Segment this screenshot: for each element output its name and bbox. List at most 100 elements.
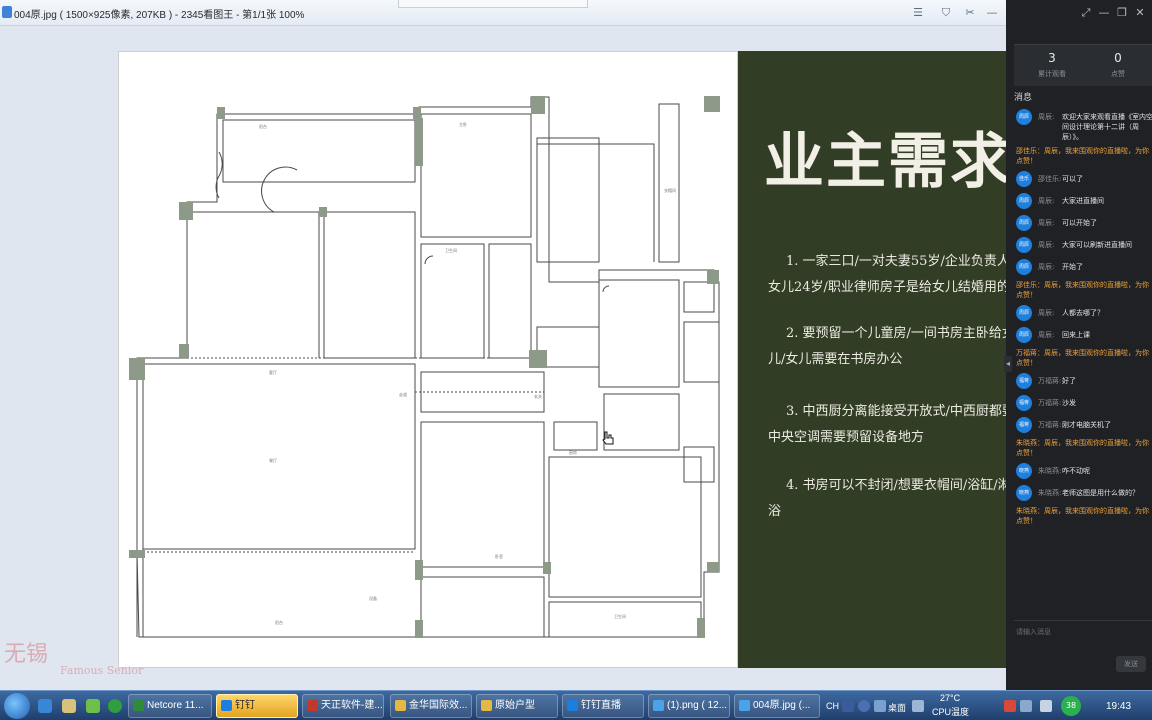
user-avatar[interactable]: 福蒋	[1016, 395, 1032, 411]
quicklaunch-app-icon[interactable]	[86, 699, 100, 713]
minimize-button[interactable]: —	[984, 5, 1000, 21]
svg-text:卧室: 卧室	[495, 553, 503, 559]
message-text: 老师这图是用什么做的？	[1062, 489, 1139, 497]
chat-message: 福蒋 万福蒋: 沙发	[1014, 394, 1152, 412]
sender-name: 周辰:	[1038, 263, 1055, 271]
ime-icon[interactable]	[842, 700, 854, 712]
sender-name: 周辰:	[1038, 331, 1055, 339]
language-indicator[interactable]: CH	[826, 701, 839, 711]
system-notice: 邵佳乐：周辰，我来围观你的直播啦，为你 点赞！	[1014, 280, 1150, 300]
user-avatar[interactable]: 晓燕	[1016, 485, 1032, 501]
taskbar-button-label: 004原.jpg (...	[753, 700, 811, 711]
taskbar-button-label: 天正软件-建...	[321, 700, 383, 711]
taskbar-button[interactable]: 004原.jpg (...	[734, 694, 820, 718]
svg-text:卫生间: 卫生间	[445, 247, 457, 253]
app-icon	[2, 6, 12, 18]
svg-text:玄关: 玄关	[534, 393, 542, 399]
taskbar-app-icon	[133, 700, 144, 711]
taskbar-app-icon	[307, 700, 318, 711]
requirement-1-line-1: 1. 一家三口/一对夫妻55岁/企业负责人	[786, 254, 1006, 269]
quicklaunch-ie-icon[interactable]	[38, 699, 52, 713]
taskbar-button-label: 钉钉直播	[581, 700, 621, 711]
requirement-3-line-2: 中央空调需要预留设备地方	[768, 430, 925, 445]
user-avatar[interactable]: 佳乐	[1016, 171, 1032, 187]
help-icon[interactable]	[858, 700, 870, 712]
sender-name: 周辰:	[1038, 113, 1055, 121]
taskbar-button[interactable]: 天正软件-建...	[302, 694, 384, 718]
message-text: 欢迎大家来观看直播《室内空间设计理论第十二讲（周辰）》。	[1062, 113, 1152, 141]
sender-name: 邵佳乐:	[1038, 175, 1062, 183]
start-button[interactable]	[4, 693, 30, 719]
skin-icon[interactable]: ⛉	[938, 5, 954, 21]
system-notice: 朱晓燕：周辰，我来围观你的直播啦，为你 点赞！	[1014, 506, 1150, 526]
dropdown-strip[interactable]	[398, 0, 588, 8]
fullscreen-icon[interactable]: ✂	[962, 5, 978, 21]
message-text: 人都去哪了？	[1062, 309, 1104, 317]
viewer-titlebar[interactable]: 004原.jpg ( 1500×925像素, 207KB ) - 2345看图王…	[0, 0, 1006, 26]
send-button[interactable]: 发送	[1116, 656, 1146, 672]
user-avatar[interactable]: 晓燕	[1016, 463, 1032, 479]
sender-name: 万福蒋:	[1038, 399, 1062, 407]
message-text: 好了	[1062, 377, 1076, 385]
volume-icon[interactable]	[1040, 700, 1052, 712]
stats-bar: 3 累计观看 0 点赞	[1014, 44, 1152, 86]
taskbar-button[interactable]: (1).png ( 12...	[648, 694, 730, 718]
requirement-3: 3. 中西厨分离能接受开放式/中西厨都要 中央空调需要预留设备地方	[768, 399, 1006, 451]
network-icon[interactable]	[1020, 700, 1032, 712]
desktop-label[interactable]: 桌面	[888, 701, 906, 714]
taskbar-button[interactable]: Netcore 11...	[128, 694, 212, 718]
taskbar-button-label: 金华国际效...	[409, 700, 468, 711]
close-button[interactable]: ✕	[1132, 6, 1148, 19]
chat-message: 周辰 周辰: 人都去哪了？	[1014, 304, 1152, 322]
watermark-main: 无锡	[4, 642, 49, 667]
notification-badge[interactable]: 38	[1061, 696, 1081, 716]
user-avatar[interactable]: 福蒋	[1016, 373, 1032, 389]
message-input-area[interactable]: 请输入消息 发送	[1014, 620, 1152, 686]
total-viewers-label: 累计观看	[1038, 70, 1066, 78]
quicklaunch-wechat-icon[interactable]	[108, 699, 122, 713]
chat-message: 周辰 周辰: 回来上课	[1014, 326, 1152, 344]
menu-icon[interactable]: ☰	[910, 5, 926, 21]
user-avatar[interactable]: 周辰	[1016, 109, 1032, 125]
live-panel-header[interactable]: ⤢ — ❐ ✕	[1006, 0, 1152, 44]
taskbar-button[interactable]: 原始户型	[476, 694, 558, 718]
chat-message: 周辰 周辰: 大家可以刷新进直播间	[1014, 236, 1152, 254]
requirement-2-line-1: 2. 要预留一个儿童房/一间书房主卧给女	[786, 326, 1006, 341]
popout-icon[interactable]: ⤢	[1078, 6, 1094, 20]
slide-title: 业主需求	[764, 127, 1006, 197]
watermark: 无锡 Famous Senior	[4, 636, 143, 677]
maximize-button[interactable]: ❐	[1114, 6, 1130, 19]
chat-message: 福蒋 万福蒋: 好了	[1014, 372, 1152, 390]
taskbar-app-icon	[567, 700, 578, 711]
quicklaunch-folder-icon[interactable]	[62, 699, 76, 713]
taskbar-button[interactable]: 钉钉直播	[562, 694, 644, 718]
message-input[interactable]: 请输入消息	[1016, 627, 1051, 637]
system-notice: 朱晓燕：周辰，我来围观你的直播啦，为你 点赞！	[1014, 438, 1150, 458]
user-avatar[interactable]: 周辰	[1016, 193, 1032, 209]
message-text: 刚才电脑关机了	[1062, 421, 1111, 429]
clock[interactable]: 19:43	[1106, 701, 1131, 712]
chat-message: 周辰 周辰: 开始了	[1014, 258, 1152, 276]
sender-name: 周辰:	[1038, 197, 1055, 205]
user-avatar[interactable]: 周辰	[1016, 259, 1032, 275]
show-desktop-icon[interactable]	[912, 700, 924, 712]
user-avatar[interactable]: 周辰	[1016, 305, 1032, 321]
taskbar-button[interactable]: 钉钉	[216, 694, 298, 718]
user-avatar[interactable]: 周辰	[1016, 327, 1032, 343]
user-avatar[interactable]: 周辰	[1016, 237, 1032, 253]
message-list[interactable]: 周辰 周辰: 欢迎大家来观看直播《室内空间设计理论第十二讲（周辰）》。 邵佳乐：周辰，…	[1014, 108, 1152, 618]
user-avatar[interactable]: 周辰	[1016, 215, 1032, 231]
collapse-panel-arrow-icon[interactable]: ◂	[1004, 356, 1012, 372]
system-notice-line: 万福蒋：周辰，我来围观你的直播啦，为你	[1016, 349, 1149, 357]
requirement-3-line-1: 3. 中西厨分离能接受开放式/中西厨都要	[786, 404, 1006, 419]
minimize-button[interactable]: —	[1096, 6, 1112, 19]
system-notice-line: 点赞！	[1016, 359, 1037, 367]
taskbar-button-label: 原始户型	[495, 700, 535, 711]
tray-app-icon[interactable]	[1004, 700, 1016, 712]
taskbar-button[interactable]: 金华国际效...	[390, 694, 472, 718]
keyboard-icon[interactable]	[874, 700, 886, 712]
chat-message: 周辰 周辰: 大家进直播间	[1014, 192, 1152, 210]
user-avatar[interactable]: 福蒋	[1016, 417, 1032, 433]
system-notice-line: 朱晓燕：周辰，我来围观你的直播啦，为你	[1016, 439, 1149, 447]
chat-message: 晓燕 朱晓燕: 老师这图是用什么做的？	[1014, 484, 1152, 502]
